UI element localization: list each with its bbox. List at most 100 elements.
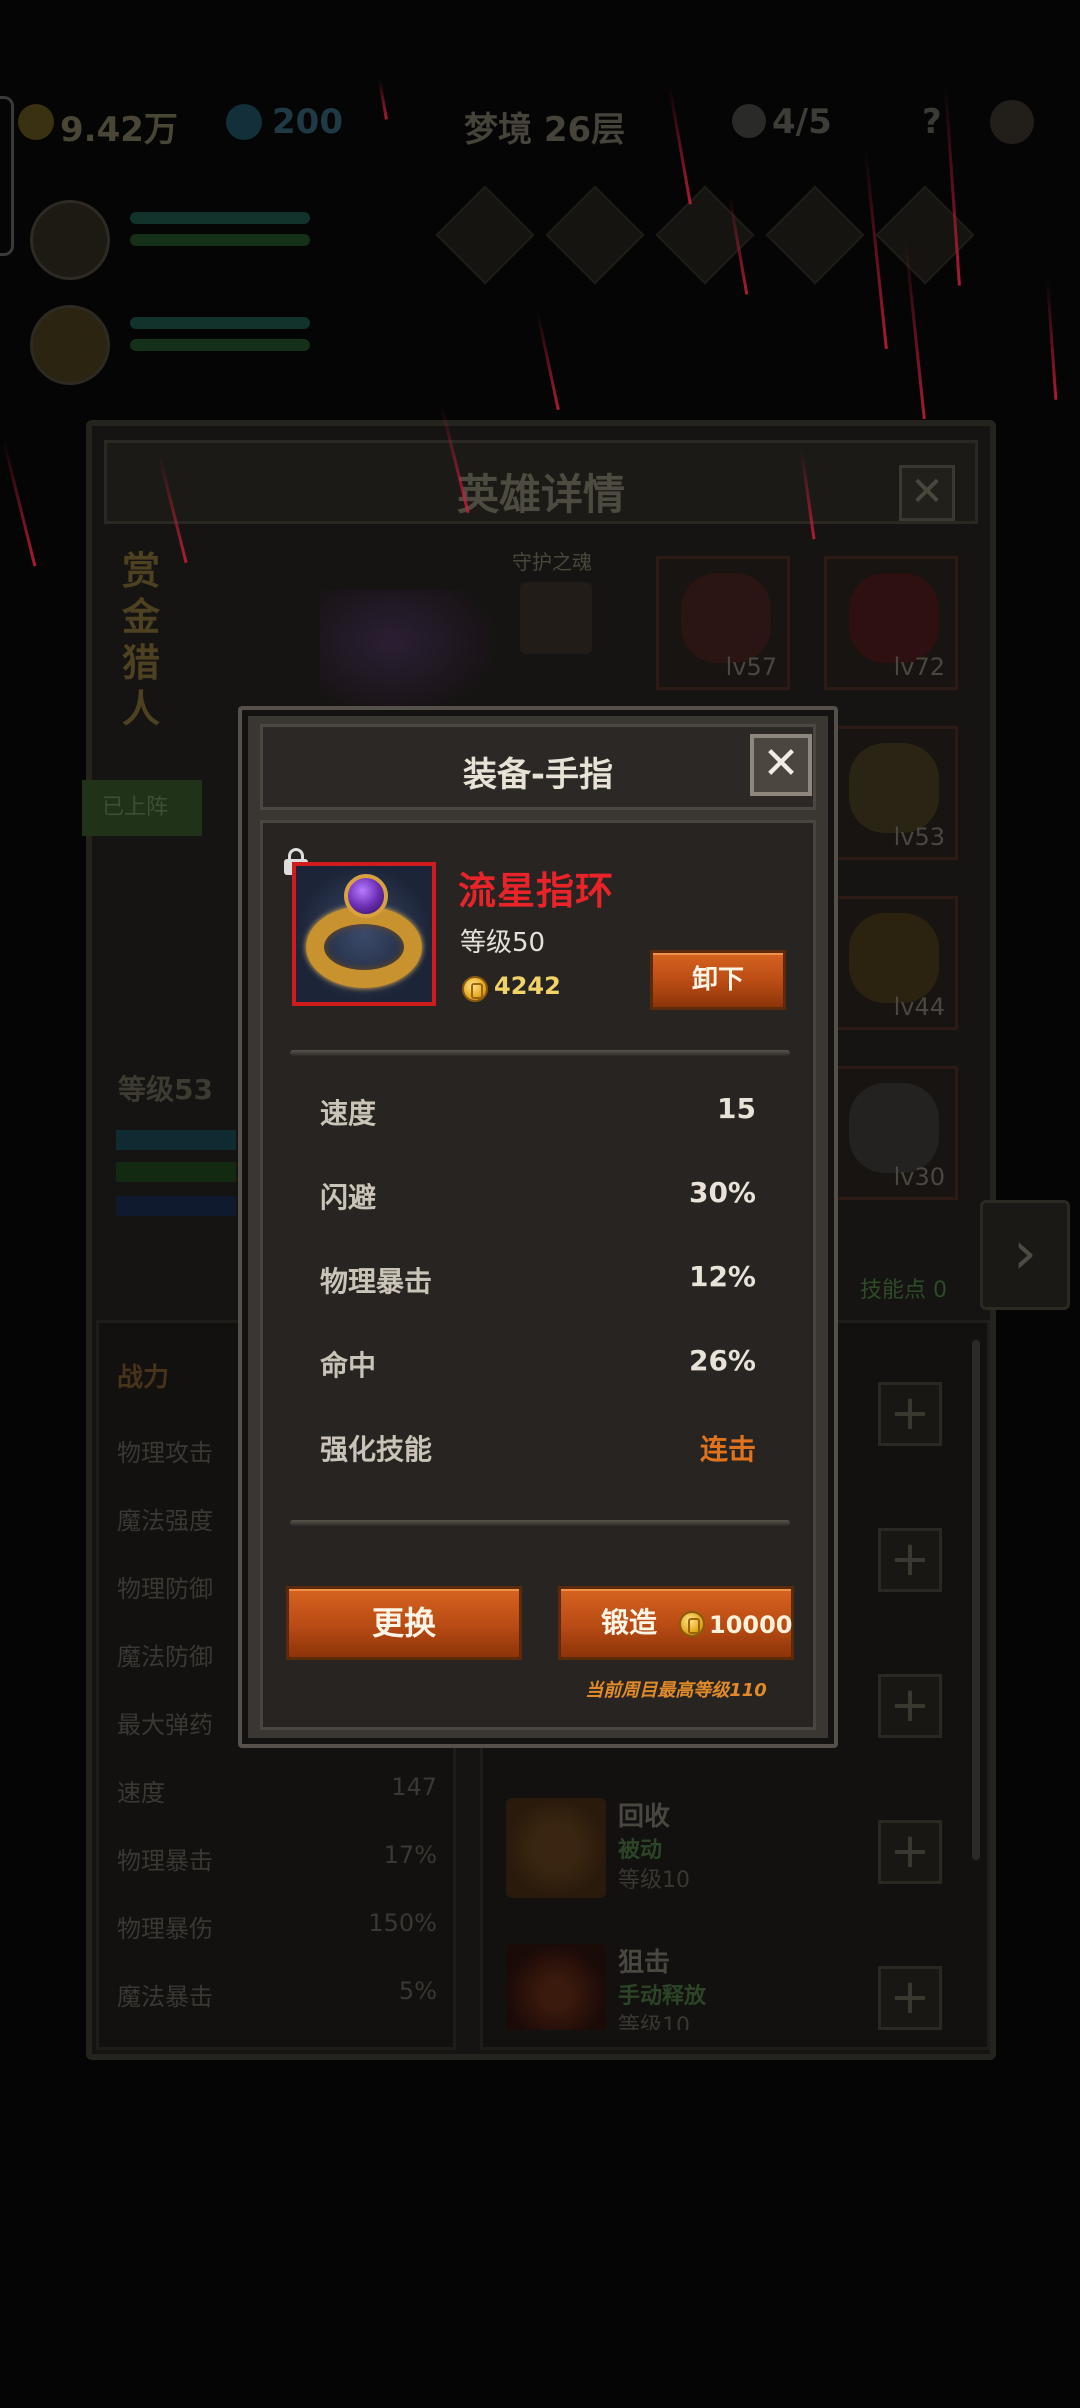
plus-icon[interactable]: +: [878, 1966, 942, 2030]
coin-icon: [679, 1611, 705, 1637]
plus-icon[interactable]: +: [878, 1382, 942, 1446]
stat-row-dodge: 闪避 30%: [320, 1176, 756, 1216]
equip-level: lv72: [893, 653, 945, 681]
stat-row: 速度 147: [117, 1773, 437, 1807]
max-level-note: 当前周目最高等级110: [585, 1680, 767, 1701]
gem-icon: [226, 104, 262, 140]
equip-slot: [765, 185, 865, 285]
mp-bar: [130, 339, 310, 351]
equip-slot-neck[interactable]: lv72: [824, 556, 958, 690]
hp-bar: [130, 317, 310, 329]
deployed-badge: 已上阵: [82, 780, 202, 836]
item-price: 4242: [494, 972, 561, 1000]
stat-value: 15: [717, 1092, 756, 1125]
stat-bar-green: [116, 1162, 236, 1182]
boots-icon: [849, 1083, 939, 1173]
stat-value: 连击: [699, 1433, 756, 1466]
equip-slot-chest[interactable]: lv53: [824, 726, 958, 860]
equip-slot: [435, 185, 535, 285]
skill-type: 手动释放: [618, 1984, 707, 2009]
chevron-right-icon[interactable]: ›: [980, 1200, 1070, 1310]
dialog-title: 装备-手指: [462, 755, 614, 795]
plus-icon[interactable]: +: [878, 1528, 942, 1592]
equip-slot: [545, 185, 645, 285]
equipment-dialog: 装备-手指 ✕ 流星指环 等级50 4242 卸下 速度 15 闪避 30% 物…: [238, 706, 838, 1748]
hero-level-label: 等级53: [118, 1073, 213, 1106]
forge-label: 锻造: [601, 1606, 658, 1639]
stat-value: 12%: [688, 1260, 756, 1293]
plus-icon[interactable]: +: [878, 1820, 942, 1884]
plus-icon[interactable]: +: [878, 1674, 942, 1738]
ring-icon: [306, 906, 422, 988]
stat-row-hit: 命中 26%: [320, 1344, 756, 1384]
gem-amount: 200: [272, 102, 343, 142]
stats-category: 战力: [117, 1363, 170, 1393]
helmet-icon: [681, 573, 771, 663]
skill-list-scrollbar[interactable]: [972, 1340, 980, 1860]
top-resource-bar: 9.42万 200 梦境 26层 4/5 ?: [0, 88, 1080, 158]
skill-points-label: 技能点 0: [860, 1278, 947, 1303]
skull-icon: [732, 104, 766, 138]
mp-bar: [130, 234, 310, 246]
hero-portrait[interactable]: [30, 305, 110, 385]
divider: [290, 1050, 790, 1056]
stage-label: 梦境 26层: [464, 110, 626, 150]
equip-level: lv57: [725, 653, 777, 681]
dialog-header: 装备-手指: [260, 724, 816, 810]
hp-bar: [130, 212, 310, 224]
skull-counter: 4/5: [772, 102, 832, 142]
hero-portrait[interactable]: [30, 200, 110, 280]
stat-name: 物理暴击: [320, 1265, 433, 1298]
hero-figure: [320, 590, 500, 720]
hero-panel-titlebar: 英雄详情 ✕: [104, 440, 978, 524]
skill-name: 狙击: [618, 1948, 671, 1978]
stat-value: 30%: [688, 1176, 756, 1209]
equip-level: lv30: [893, 1163, 945, 1191]
guardian-soul-icon[interactable]: [520, 582, 592, 654]
swap-button[interactable]: 更换: [286, 1586, 522, 1660]
stat-row: 魔法暴击 5%: [117, 1977, 437, 2011]
equip-level: lv44: [893, 993, 945, 1021]
stat-bar-navy: [116, 1196, 236, 1216]
equip-slot: [655, 185, 755, 285]
skill-level: 等级10: [618, 2014, 690, 2030]
amulet-icon: [849, 573, 939, 663]
forge-button[interactable]: 锻造 10000: [558, 1586, 794, 1660]
stat-row: 物理暴伤 150%: [117, 1909, 437, 1943]
item-name: 流星指环: [458, 869, 615, 913]
help-icon[interactable]: ?: [922, 102, 942, 142]
equip-slot-head[interactable]: lv57: [656, 556, 790, 690]
ring-icon: [849, 913, 939, 1003]
stat-row-enhance-skill: 强化技能 连击: [320, 1428, 756, 1468]
rain-streak: [2, 439, 37, 567]
stat-name: 闪避: [320, 1181, 377, 1214]
item-icon-frame: [292, 862, 436, 1006]
stat-row: 物理暴击 17%: [117, 1841, 437, 1875]
coin-icon: [462, 976, 488, 1002]
item-level: 等级50: [460, 928, 546, 958]
equip-slot-boots[interactable]: lv30: [824, 1066, 958, 1200]
unequip-button[interactable]: 卸下: [650, 950, 786, 1010]
equip-slot-ring[interactable]: lv44: [824, 896, 958, 1030]
armor-icon: [849, 743, 939, 833]
gold-icon: [18, 104, 54, 140]
equip-level: lv53: [893, 823, 945, 851]
divider: [290, 1520, 790, 1526]
close-icon[interactable]: ✕: [899, 465, 955, 521]
crosshair-icon: [506, 1944, 606, 2030]
stat-name: 强化技能: [320, 1433, 433, 1466]
stat-name: 命中: [320, 1349, 377, 1382]
hero-row-2: [20, 295, 1060, 395]
skill-level: 等级10: [618, 1868, 690, 1893]
stat-value: 26%: [688, 1344, 756, 1377]
stat-row-crit: 物理暴击 12%: [320, 1260, 756, 1300]
skill-type: 被动: [618, 1838, 663, 1863]
close-icon[interactable]: ✕: [750, 734, 812, 796]
hero-name: 赏金猎人: [122, 549, 161, 731]
settings-icon[interactable]: [990, 100, 1034, 144]
stat-name: 速度: [320, 1097, 377, 1130]
skill-name: 回收: [618, 1802, 671, 1832]
stat-bar-blue: [116, 1130, 236, 1150]
gem-icon: [344, 874, 388, 918]
hero-panel-title: 英雄详情: [456, 470, 625, 519]
